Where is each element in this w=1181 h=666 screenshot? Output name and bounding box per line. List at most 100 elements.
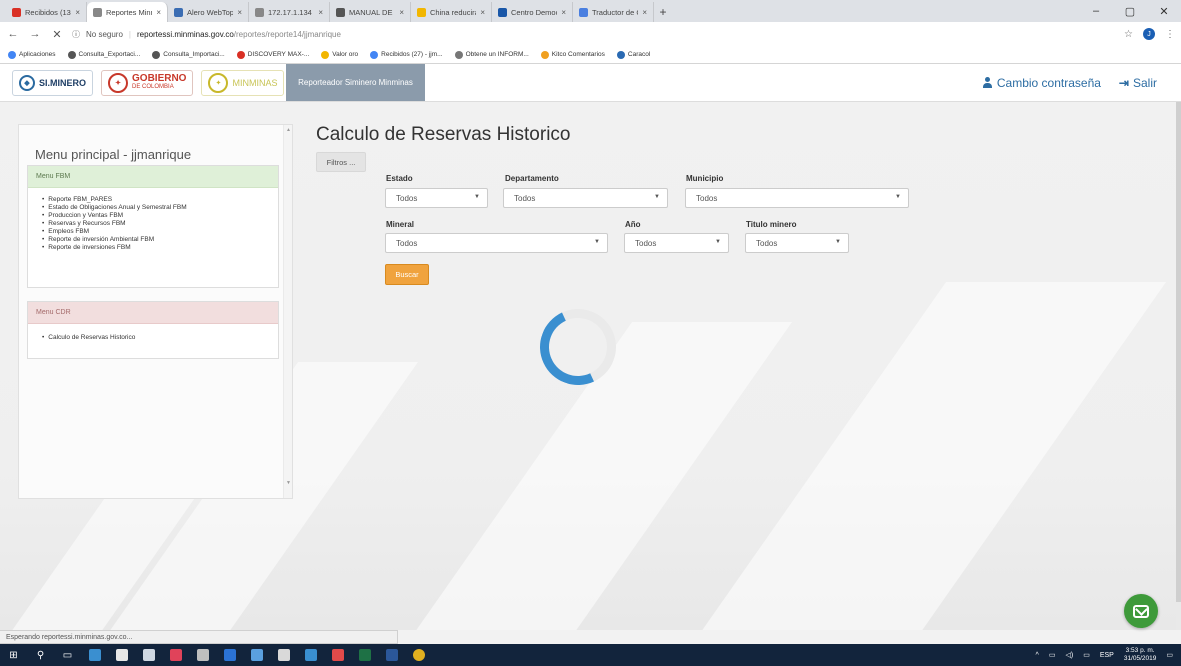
bookmark-item[interactable]: Kitco Comentarios [540,50,605,59]
app-icon-4[interactable] [324,644,351,666]
app-icon-2[interactable] [243,644,270,666]
bookmark-item[interactable]: Consulta_Exportaci... [67,50,141,59]
logout-link[interactable]: ⇥ Salir [1119,76,1157,90]
keyboard-icon[interactable]: ▭ [1083,651,1090,659]
search-icon[interactable]: ⚲ [27,644,54,666]
bookmark-item[interactable]: Valor oro [321,50,358,59]
word-icon[interactable] [378,644,405,666]
calculator-icon[interactable] [189,644,216,666]
task-view-icon[interactable]: ▭ [54,644,81,666]
message-fab-button[interactable] [1124,594,1158,628]
volume-icon[interactable]: ◁) [1065,651,1073,659]
bookmark-favicon-icon [67,50,76,59]
bookmark-item[interactable]: Consulta_Importaci... [152,50,225,59]
language-indicator[interactable]: ESP [1100,652,1114,659]
siminero-logo[interactable]: ◆ SI.MINERO [12,70,94,96]
browser-tab[interactable]: China reducirá uso de carbó× [411,2,492,22]
search-button[interactable]: Buscar [385,264,429,285]
scroll-down-icon[interactable]: ▼ [284,480,293,486]
departamento-select[interactable]: Todos ▼ [503,188,668,208]
app-nav-title[interactable]: Reporteador Siminero Minminas [286,64,425,101]
minimize-button[interactable]: – [1079,0,1113,22]
url-field[interactable]: ⓘ No seguro | reportessi.minminas.gov.co… [72,29,1116,40]
menu-fbm-heading[interactable]: Menu FBM [28,166,278,188]
menu-item[interactable]: Reservas y Recursos FBM [42,220,278,228]
close-tab-icon[interactable]: × [237,8,242,17]
menu-item[interactable]: Produccion y Ventas FBM [42,212,278,220]
menu-item-label: Estado de Obligaciones Anual y Semestral… [48,204,187,211]
bookmark-favicon-icon [321,50,330,59]
close-tab-icon[interactable]: × [480,8,485,17]
store-icon[interactable] [108,644,135,666]
new-tab-button[interactable]: + [654,2,672,22]
info-icon[interactable]: ⓘ [72,29,80,40]
menu-cdr-heading[interactable]: Menu CDR [28,302,278,324]
bookmark-label: DISCOVERY MAX-... [247,51,310,58]
chrome-icon[interactable] [405,644,432,666]
browser-tab[interactable]: Alero WebTop Logon× [168,2,249,22]
menu-item[interactable]: Reporte de inversiones FBM [42,244,278,252]
municipio-select[interactable]: Todos ▼ [685,188,909,208]
bookmark-item[interactable]: Caracol [616,50,651,59]
estado-select[interactable]: Todos ▼ [385,188,488,208]
app-icon-1[interactable] [81,644,108,666]
mineral-select[interactable]: Todos ▼ [385,233,608,253]
titulo-minero-select[interactable]: Todos ▼ [745,233,849,253]
chevron-up-icon[interactable]: ^ [1036,652,1039,659]
app-icon-3[interactable] [270,644,297,666]
bookmark-favicon-icon [454,50,463,59]
menu-item[interactable]: Reporte de inversión Ambiental FBM [42,236,278,244]
browser-tab[interactable]: Recibidos (13) - jjmanrique × [6,2,87,22]
network-icon[interactable]: ▭ [1049,651,1056,659]
maps-icon[interactable] [162,644,189,666]
bookmark-item[interactable]: Recibidos (27) - jjm... [370,50,443,59]
browser-tab[interactable]: MANUAL DE USUARIO CDR × [330,2,411,22]
close-tab-icon[interactable]: × [75,8,80,17]
notifications-icon[interactable]: ▭ [1166,651,1173,659]
bookmark-label: Consulta_Importaci... [163,51,225,58]
menu-item[interactable]: Reporte FBM_PARES [42,196,278,204]
close-tab-icon[interactable]: × [642,8,647,17]
bookmark-item[interactable]: Obtene un INFORM... [454,50,529,59]
close-window-button[interactable]: ✕ [1147,0,1181,22]
browser-tab[interactable]: Reportes Minminas - Calcul × [87,2,168,22]
edge-icon[interactable] [216,644,243,666]
bookmark-item[interactable]: DISCOVERY MAX-... [236,50,310,59]
close-tab-icon[interactable]: × [561,8,566,17]
clock[interactable]: 3:53 p. m. 31/05/2019 [1124,647,1157,663]
stop-loading-icon[interactable]: ✕ [50,28,64,41]
windows-start-icon[interactable]: ⊞ [0,644,27,666]
close-tab-icon[interactable]: × [156,8,161,17]
close-tab-icon[interactable]: × [399,8,404,17]
menu-cdr-list: Calculo de Reservas Historico [28,324,278,342]
forward-arrow-icon[interactable]: → [28,28,42,40]
excel-icon[interactable] [351,644,378,666]
maximize-button[interactable]: ▢ [1113,0,1147,22]
profile-avatar[interactable]: J [1143,28,1155,40]
browser-tab[interactable]: Traductor de Google × [573,2,654,22]
sidebar-scrollbar[interactable]: ▲ ▼ [283,125,292,498]
close-tab-icon[interactable]: × [318,8,323,17]
browser-tab[interactable]: Centro Democrático coavaló× [492,2,573,22]
ie-icon[interactable] [297,644,324,666]
back-arrow-icon[interactable]: ← [6,28,20,40]
change-password-link[interactable]: Cambio contraseña [982,76,1101,90]
ano-select[interactable]: Todos ▼ [624,233,729,253]
bookmark-star-icon[interactable]: ☆ [1124,29,1133,40]
bookmark-label: Obtene un INFORM... [465,51,529,58]
party-icon [498,7,507,17]
bookmark-label: Caracol [627,51,651,58]
scroll-up-icon[interactable]: ▲ [284,127,293,133]
bookmark-item[interactable]: Aplicaciones [8,50,56,59]
menu-item[interactable]: Estado de Obligaciones Anual y Semestral… [42,204,278,212]
menu-item-label: Empleos FBM [48,228,90,235]
page-scrollbar[interactable] [1176,102,1181,630]
mail-app-icon[interactable] [135,644,162,666]
browser-tab[interactable]: 172.17.1.134 × [249,2,330,22]
menu-item-label: Reservas y Recursos FBM [48,220,126,227]
menu-item[interactable]: Empleos FBM [42,228,278,236]
menu-item[interactable]: Calculo de Reservas Historico [42,334,278,342]
bookmark-label: Consulta_Exportaci... [78,51,141,58]
browser-menu-icon[interactable]: ⋮ [1165,29,1175,40]
filters-button[interactable]: Filtros ... [316,152,366,172]
